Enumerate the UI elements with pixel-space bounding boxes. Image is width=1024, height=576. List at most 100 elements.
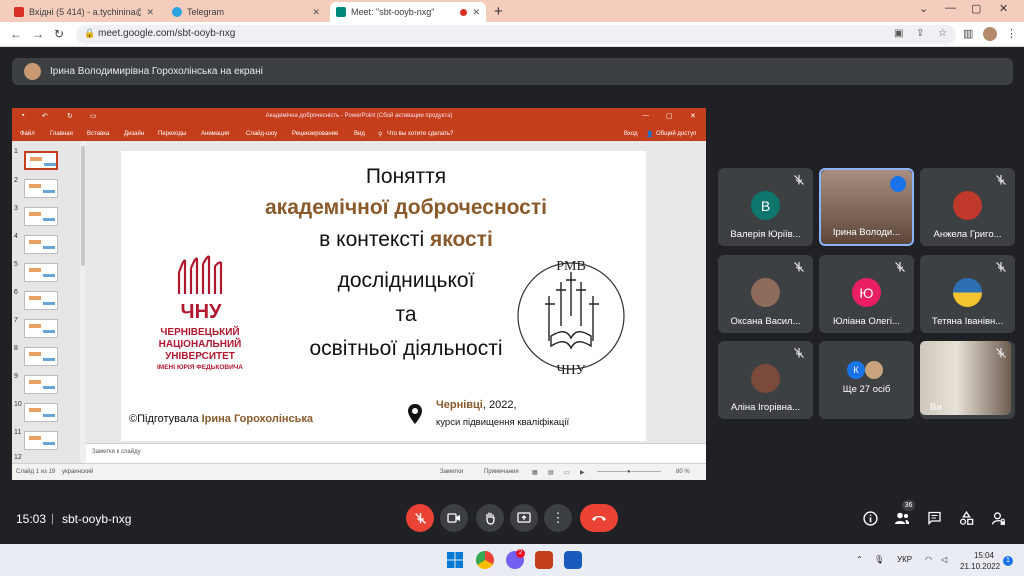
- participant-tile[interactable]: В Валерія Юріїв...: [718, 168, 813, 246]
- notification-badge[interactable]: 1: [1003, 556, 1013, 566]
- clock-time: 15:04: [973, 551, 994, 560]
- slide-thumbnail: [24, 375, 58, 394]
- minimize-icon[interactable]: —: [945, 2, 956, 14]
- participant-avatar: К: [847, 361, 865, 379]
- menu-icon[interactable]: ⋮: [1006, 27, 1017, 40]
- people-button[interactable]: [893, 509, 911, 527]
- tray-mic-icon[interactable]: 🎙: [874, 555, 884, 564]
- tab-search-icon[interactable]: ⌄: [919, 2, 928, 15]
- new-tab-button[interactable]: +: [494, 3, 503, 20]
- taskbar-clock[interactable]: 15:04 21.10.2022: [960, 550, 1000, 572]
- user-icon: 👤: [646, 132, 654, 138]
- participant-avatar: Ю: [852, 278, 881, 307]
- close-icon[interactable]: ✕: [472, 7, 480, 18]
- ribbon-search-hint: Что вы хотите сделать?: [387, 131, 454, 137]
- slide-line-1: Поняття: [365, 165, 447, 188]
- participant-avatar: [865, 361, 883, 379]
- ribbon-file: Файл: [20, 131, 35, 137]
- presenter-bar: Ірина Володимирівна Горохолінська на екр…: [12, 58, 1013, 85]
- slide-thumbnail: [24, 207, 58, 226]
- view-sorter-icon: ▤: [548, 470, 554, 476]
- address-bar[interactable]: 🔒 meet.google.com/sbt-ooyb-nxg ▣ ⇪ ☆: [76, 25, 956, 44]
- camera-toggle-button[interactable]: [440, 504, 468, 532]
- slide-thumbnail: [24, 319, 58, 338]
- minimize-icon: —: [642, 112, 649, 119]
- ribbon-view: Вид: [354, 131, 365, 137]
- university-name: ЧЕРНІВЕЦЬКИЙ НАЦІОНАЛЬНИЙ УНІВЕРСИТЕТ ІМ…: [145, 327, 255, 373]
- profile-avatar[interactable]: [983, 27, 997, 41]
- mic-off-icon: [996, 348, 1006, 358]
- mic-off-icon: [794, 175, 804, 185]
- slide-thumbnail: [24, 291, 58, 310]
- participant-tile-speaking[interactable]: Ірина Володи...: [819, 168, 914, 246]
- more-participants-tile[interactable]: К Ще 27 осіб: [819, 341, 914, 419]
- powerpoint-ribbon: Файл Главная Вставка Дизайн Переходы Ани…: [12, 127, 706, 141]
- meeting-info-button[interactable]: [861, 509, 879, 527]
- search-icon: ⚲: [378, 132, 383, 138]
- word-app-icon[interactable]: [564, 551, 582, 569]
- share-icon[interactable]: ⇪: [916, 28, 924, 39]
- reload-icon[interactable]: ↻: [54, 27, 64, 41]
- powerpoint-app-icon[interactable]: [535, 551, 553, 569]
- back-icon[interactable]: ←: [10, 27, 22, 41]
- close-window-icon[interactable]: ✕: [999, 2, 1008, 15]
- more-vert-icon: ⋮: [551, 510, 565, 525]
- participant-tile[interactable]: Анжела Григо...: [920, 168, 1015, 246]
- participant-avatar: В: [751, 191, 780, 220]
- mic-off-icon: [996, 262, 1006, 272]
- more-options-button[interactable]: ⋮: [544, 504, 572, 532]
- chrome-app-icon[interactable]: [476, 551, 494, 569]
- slide-thumbnail: [24, 263, 58, 282]
- wifi-icon[interactable]: ◠: [925, 555, 932, 564]
- maximize-icon[interactable]: ▢: [971, 2, 981, 15]
- lock-icon[interactable]: 🔒: [84, 28, 95, 39]
- participant-tile[interactable]: Оксана Васил...: [718, 255, 813, 333]
- mic-toggle-button[interactable]: [406, 504, 434, 532]
- bookmark-star-icon[interactable]: ☆: [938, 28, 947, 39]
- side-panel-icon[interactable]: ▥: [963, 27, 973, 40]
- ribbon-review: Рецензирование: [292, 131, 339, 137]
- host-controls-button[interactable]: [989, 509, 1007, 527]
- tab-gmail[interactable]: Вхідні (5 414) - a.tychinina@chnu ✕: [8, 2, 160, 22]
- participant-tile[interactable]: Тетяна Іванівн...: [920, 255, 1015, 333]
- thumb-number: 6: [14, 289, 18, 296]
- close-icon[interactable]: ✕: [312, 7, 320, 18]
- presenter-avatar: [24, 63, 41, 80]
- raise-hand-button[interactable]: [476, 504, 504, 532]
- info-icon: [862, 510, 878, 526]
- gmail-icon: [14, 7, 24, 17]
- camera-permission-icon[interactable]: ▣: [894, 28, 903, 39]
- browser-toolbar: ← → ↻ 🔒 meet.google.com/sbt-ooyb-nxg ▣ ⇪…: [0, 22, 1024, 47]
- participant-avatar: [953, 191, 982, 220]
- presenter-label: Ірина Володимирівна Горохолінська на екр…: [50, 66, 263, 77]
- powerpoint-title-bar: ▪ ↶ ↻ ▭ Академічна доброчесність - Power…: [12, 108, 706, 127]
- slide-credit: ©Підготувала Ірина Горохолінська: [129, 413, 313, 425]
- leave-call-button[interactable]: [580, 504, 618, 532]
- input-language[interactable]: УКР: [897, 555, 912, 564]
- windows-start-icon[interactable]: [447, 552, 463, 568]
- participant-name: Ви: [930, 402, 942, 413]
- powerpoint-window-title: Академічна доброчесність - PowerPoint (С…: [265, 113, 453, 119]
- participant-tile[interactable]: Ю Юліана Олегі...: [819, 255, 914, 333]
- close-icon[interactable]: ✕: [146, 7, 154, 18]
- activities-button[interactable]: [957, 509, 975, 527]
- present-screen-button[interactable]: [510, 504, 538, 532]
- view-normal-icon: ▦: [532, 470, 538, 476]
- thumb-number: 7: [14, 317, 18, 324]
- mic-off-icon: [414, 512, 426, 524]
- thumb-number: 2: [14, 177, 18, 184]
- tab-telegram[interactable]: Telegram ✕: [166, 2, 326, 22]
- participant-tile[interactable]: Аліна Ігорівна...: [718, 341, 813, 419]
- chat-button[interactable]: [925, 509, 943, 527]
- tray-chevron-icon[interactable]: ⌃: [856, 555, 863, 564]
- credit-name: Ірина Горохолінська: [201, 413, 314, 425]
- self-tile[interactable]: Ви: [920, 341, 1015, 419]
- seal-top-text: РМВ: [556, 259, 586, 274]
- thumb-number: 4: [14, 233, 18, 240]
- tab-meet[interactable]: Meet: "sbt-ooyb-nxg" ✕: [330, 2, 486, 22]
- slide-line-2: академічної доброчесності: [265, 196, 547, 219]
- lock-person-icon: [991, 511, 1005, 525]
- volume-icon[interactable]: ◁: [941, 555, 947, 564]
- forward-icon[interactable]: →: [32, 27, 44, 41]
- windows-taskbar: 2 ⌃ 🎙 УКР ◠ ◁ 15:04 21.10.2022 1: [0, 544, 1024, 576]
